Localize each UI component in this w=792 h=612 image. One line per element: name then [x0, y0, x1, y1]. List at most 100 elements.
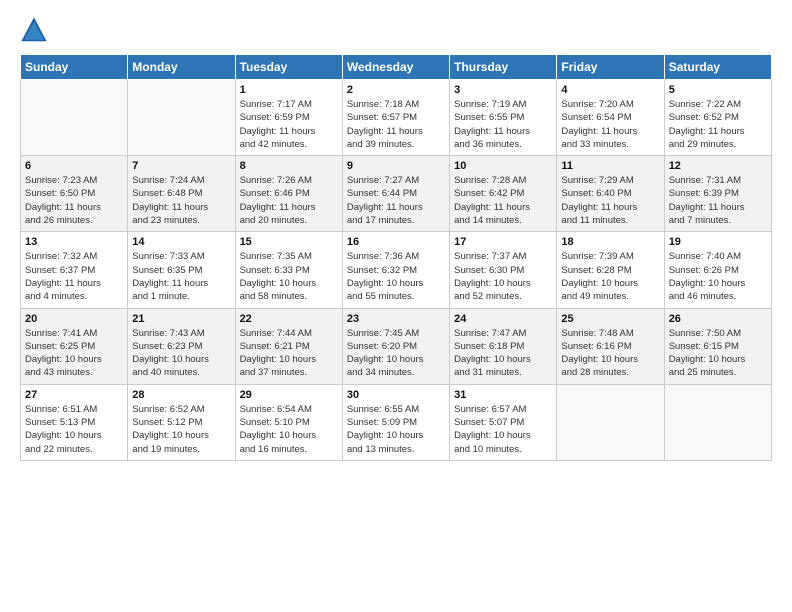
calendar-week-3: 13Sunrise: 7:32 AM Sunset: 6:37 PM Dayli…	[21, 232, 772, 308]
day-number: 8	[240, 160, 338, 172]
calendar-week-5: 27 Sunrise: 6:51 AM Sunset: 5:13 PM Dayli…	[21, 384, 772, 460]
day-info: Sunrise: 7:26 AM Sunset: 6:46 PM Dayligh…	[240, 174, 338, 227]
calendar-cell	[21, 80, 128, 156]
calendar-cell: 7 Sunrise: 7:24 AM Sunset: 6:48 PM Daylig…	[128, 156, 235, 232]
weekday-header-monday: Monday	[128, 55, 235, 80]
weekday-header-sunday: Sunday	[21, 55, 128, 80]
calendar-cell	[128, 80, 235, 156]
weekday-header-friday: Friday	[557, 55, 664, 80]
day-info: Sunrise: 7:22 AM Sunset: 6:52 PM Dayligh…	[669, 98, 767, 151]
calendar-cell: 2 Sunrise: 7:18 AM Sunset: 6:57 PM Daylig…	[342, 80, 449, 156]
calendar-cell: 27 Sunrise: 6:51 AM Sunset: 5:13 PM Dayli…	[21, 384, 128, 460]
day-number: 1	[240, 84, 338, 96]
day-number: 27	[25, 389, 123, 401]
day-info: Sunrise: 7:27 AM Sunset: 6:44 PM Dayligh…	[347, 174, 445, 227]
calendar-cell: 18 Sunrise: 7:39 AM Sunset: 6:28 PM Dayli…	[557, 232, 664, 308]
day-info: Sunrise: 7:29 AM Sunset: 6:40 PM Dayligh…	[561, 174, 659, 227]
day-info: Sunrise: 6:57 AM Sunset: 5:07 PM Dayligh…	[454, 403, 552, 456]
day-number: 24	[454, 313, 552, 325]
day-number: 12	[669, 160, 767, 172]
calendar-cell	[557, 384, 664, 460]
day-info: Sunrise: 7:39 AM Sunset: 6:28 PM Dayligh…	[561, 250, 659, 303]
day-info: Sunrise: 7:37 AM Sunset: 6:30 PM Dayligh…	[454, 250, 552, 303]
day-info: Sunrise: 7:47 AM Sunset: 6:18 PM Dayligh…	[454, 327, 552, 380]
calendar-cell: 9 Sunrise: 7:27 AM Sunset: 6:44 PM Daylig…	[342, 156, 449, 232]
day-number: 28	[132, 389, 230, 401]
calendar-cell: 23 Sunrise: 7:45 AM Sunset: 6:20 PM Dayli…	[342, 308, 449, 384]
calendar-cell: 16 Sunrise: 7:36 AM Sunset: 6:32 PM Dayli…	[342, 232, 449, 308]
day-number: 9	[347, 160, 445, 172]
day-number: 3	[454, 84, 552, 96]
day-number: 29	[240, 389, 338, 401]
day-info: Sunrise: 7:23 AM Sunset: 6:50 PM Dayligh…	[25, 174, 123, 227]
calendar-cell: 26Sunrise: 7:50 AM Sunset: 6:15 PM Dayli…	[664, 308, 771, 384]
day-number: 18	[561, 236, 659, 248]
weekday-header-wednesday: Wednesday	[342, 55, 449, 80]
day-info: Sunrise: 6:52 AM Sunset: 5:12 PM Dayligh…	[132, 403, 230, 456]
day-number: 14	[132, 236, 230, 248]
day-number: 7	[132, 160, 230, 172]
calendar-cell: 19Sunrise: 7:40 AM Sunset: 6:26 PM Dayli…	[664, 232, 771, 308]
day-number: 5	[669, 84, 767, 96]
weekday-header-thursday: Thursday	[450, 55, 557, 80]
calendar-cell: 4Sunrise: 7:20 AM Sunset: 6:54 PM Daylig…	[557, 80, 664, 156]
day-info: Sunrise: 7:40 AM Sunset: 6:26 PM Dayligh…	[669, 250, 767, 303]
day-number: 11	[561, 160, 659, 172]
day-info: Sunrise: 6:55 AM Sunset: 5:09 PM Dayligh…	[347, 403, 445, 456]
day-number: 21	[132, 313, 230, 325]
day-info: Sunrise: 6:54 AM Sunset: 5:10 PM Dayligh…	[240, 403, 338, 456]
day-info: Sunrise: 7:35 AM Sunset: 6:33 PM Dayligh…	[240, 250, 338, 303]
day-info: Sunrise: 7:45 AM Sunset: 6:20 PM Dayligh…	[347, 327, 445, 380]
calendar-cell: 29 Sunrise: 6:54 AM Sunset: 5:10 PM Dayli…	[235, 384, 342, 460]
day-info: Sunrise: 7:24 AM Sunset: 6:48 PM Dayligh…	[132, 174, 230, 227]
day-info: Sunrise: 7:41 AM Sunset: 6:25 PM Dayligh…	[25, 327, 123, 380]
day-number: 23	[347, 313, 445, 325]
day-number: 16	[347, 236, 445, 248]
day-info: Sunrise: 7:28 AM Sunset: 6:42 PM Dayligh…	[454, 174, 552, 227]
page: SundayMondayTuesdayWednesdayThursdayFrid…	[0, 0, 792, 471]
calendar-cell: 14Sunrise: 7:33 AM Sunset: 6:35 PM Dayli…	[128, 232, 235, 308]
calendar-week-2: 6 Sunrise: 7:23 AM Sunset: 6:50 PM Daylig…	[21, 156, 772, 232]
day-info: Sunrise: 6:51 AM Sunset: 5:13 PM Dayligh…	[25, 403, 123, 456]
day-info: Sunrise: 7:17 AM Sunset: 6:59 PM Dayligh…	[240, 98, 338, 151]
calendar-cell: 5 Sunrise: 7:22 AM Sunset: 6:52 PM Daylig…	[664, 80, 771, 156]
day-number: 30	[347, 389, 445, 401]
calendar-cell: 12 Sunrise: 7:31 AM Sunset: 6:39 PM Dayli…	[664, 156, 771, 232]
day-number: 6	[25, 160, 123, 172]
calendar-cell: 24 Sunrise: 7:47 AM Sunset: 6:18 PM Dayli…	[450, 308, 557, 384]
day-number: 31	[454, 389, 552, 401]
calendar-cell: 22 Sunrise: 7:44 AM Sunset: 6:21 PM Dayli…	[235, 308, 342, 384]
day-number: 15	[240, 236, 338, 248]
calendar-cell: 8 Sunrise: 7:26 AM Sunset: 6:46 PM Daylig…	[235, 156, 342, 232]
calendar-cell: 25Sunrise: 7:48 AM Sunset: 6:16 PM Dayli…	[557, 308, 664, 384]
calendar-cell: 1 Sunrise: 7:17 AM Sunset: 6:59 PM Daylig…	[235, 80, 342, 156]
calendar-cell: 13Sunrise: 7:32 AM Sunset: 6:37 PM Dayli…	[21, 232, 128, 308]
day-number: 17	[454, 236, 552, 248]
calendar-cell: 30 Sunrise: 6:55 AM Sunset: 5:09 PM Dayli…	[342, 384, 449, 460]
day-info: Sunrise: 7:48 AM Sunset: 6:16 PM Dayligh…	[561, 327, 659, 380]
day-number: 4	[561, 84, 659, 96]
logo	[20, 16, 52, 44]
weekday-header-row: SundayMondayTuesdayWednesdayThursdayFrid…	[21, 55, 772, 80]
calendar-table: SundayMondayTuesdayWednesdayThursdayFrid…	[20, 54, 772, 461]
day-info: Sunrise: 7:19 AM Sunset: 6:55 PM Dayligh…	[454, 98, 552, 151]
day-number: 2	[347, 84, 445, 96]
day-info: Sunrise: 7:31 AM Sunset: 6:39 PM Dayligh…	[669, 174, 767, 227]
calendar-cell: 31 Sunrise: 6:57 AM Sunset: 5:07 PM Dayli…	[450, 384, 557, 460]
weekday-header-tuesday: Tuesday	[235, 55, 342, 80]
calendar-cell: 21 Sunrise: 7:43 AM Sunset: 6:23 PM Dayli…	[128, 308, 235, 384]
calendar-cell: 17 Sunrise: 7:37 AM Sunset: 6:30 PM Dayli…	[450, 232, 557, 308]
calendar-week-4: 20 Sunrise: 7:41 AM Sunset: 6:25 PM Dayli…	[21, 308, 772, 384]
day-number: 22	[240, 313, 338, 325]
day-info: Sunrise: 7:44 AM Sunset: 6:21 PM Dayligh…	[240, 327, 338, 380]
day-number: 13	[25, 236, 123, 248]
calendar-cell: 3 Sunrise: 7:19 AM Sunset: 6:55 PM Daylig…	[450, 80, 557, 156]
day-info: Sunrise: 7:43 AM Sunset: 6:23 PM Dayligh…	[132, 327, 230, 380]
day-number: 20	[25, 313, 123, 325]
day-info: Sunrise: 7:18 AM Sunset: 6:57 PM Dayligh…	[347, 98, 445, 151]
calendar-cell: 10Sunrise: 7:28 AM Sunset: 6:42 PM Dayli…	[450, 156, 557, 232]
weekday-header-saturday: Saturday	[664, 55, 771, 80]
day-info: Sunrise: 7:36 AM Sunset: 6:32 PM Dayligh…	[347, 250, 445, 303]
calendar-cell: 11 Sunrise: 7:29 AM Sunset: 6:40 PM Dayli…	[557, 156, 664, 232]
day-info: Sunrise: 7:50 AM Sunset: 6:15 PM Dayligh…	[669, 327, 767, 380]
